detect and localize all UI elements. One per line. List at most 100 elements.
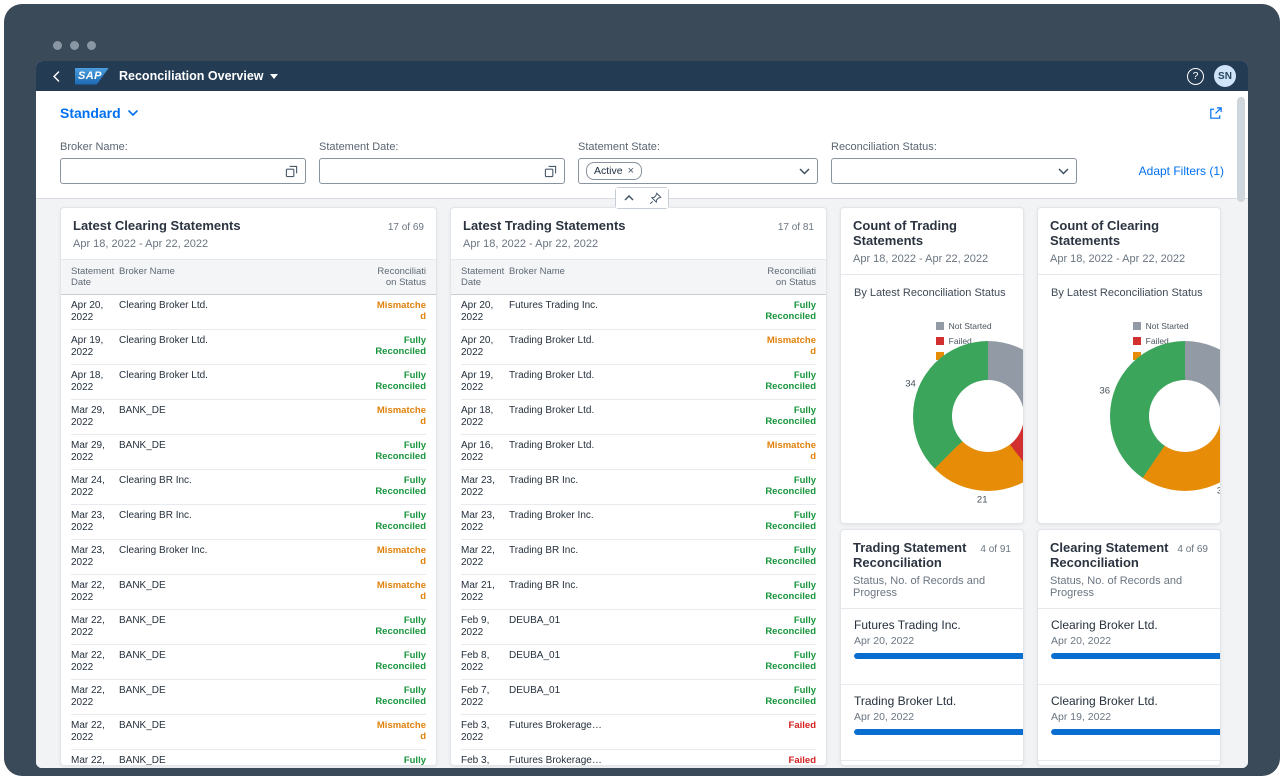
list-item[interactable]: Trading Broker Ltd.Apr 20, 20221687%Mism… (841, 685, 1023, 761)
table-row[interactable]: Mar 22, 2022BANK_DEMismatched (71, 715, 426, 750)
broker-name-cell: BANK_DE (119, 405, 370, 429)
filter-token-active[interactable]: Active × (586, 162, 642, 180)
adapt-filters-link[interactable]: Adapt Filters (1) (1139, 164, 1224, 184)
chevron-down-icon[interactable] (799, 168, 810, 175)
table-row[interactable]: Mar 24, 2022Clearing BR Inc.Fully Reconc… (71, 470, 426, 505)
table-row[interactable]: Apr 19, 2022Trading Broker Ltd.Fully Rec… (461, 365, 816, 400)
table-row[interactable]: Mar 22, 2022BANK_DEFully Reconciled (71, 645, 426, 680)
broker-name-cell: Trading Broker Ltd. (509, 335, 760, 359)
list-item[interactable]: Clearing Broker Ltd.Apr 18, 202212100%Fu… (1038, 761, 1220, 765)
list-item[interactable]: Clearing Broker Ltd.Apr 20, 20226487%Mis… (1038, 609, 1220, 685)
table-row[interactable]: Mar 22, 2022BANK_DEFully Reconciled (71, 680, 426, 715)
filter-label: Reconciliation Status: (831, 141, 1077, 153)
pin-header-button[interactable] (642, 188, 668, 208)
table-row[interactable]: Mar 22, 2022BANK_DEFully Reconciled (71, 610, 426, 645)
value-help-icon[interactable] (544, 165, 557, 178)
share-button[interactable] (1207, 105, 1224, 125)
table-row[interactable]: Feb 9, 2022DEUBA_01Fully Reconciled (461, 610, 816, 645)
collapse-header-button[interactable] (616, 188, 642, 208)
token-remove-icon[interactable]: × (628, 166, 634, 177)
table-row[interactable]: Mar 22, 2022BANK_DEFully Reconciled (71, 750, 426, 765)
statement-date-cell: Mar 24, 2022 (71, 475, 115, 499)
column-header-broker-name[interactable]: Broker Name (509, 266, 760, 289)
avatar[interactable]: SN (1214, 65, 1236, 87)
progress-bar (1051, 653, 1220, 659)
legend-item: Not Started (1133, 321, 1208, 331)
card-subtitle: Apr 18, 2022 - Apr 22, 2022 (853, 253, 1011, 265)
table-row[interactable]: Mar 29, 2022BANK_DEMismatched (71, 400, 426, 435)
chevron-down-icon[interactable] (1058, 168, 1069, 175)
table-row[interactable]: Apr 16, 2022Trading Broker Ltd.Mismatche… (461, 435, 816, 470)
donut-chart-clearing[interactable]: 2123036 (1110, 341, 1221, 491)
table-row[interactable]: Apr 18, 2022Trading Broker Ltd.Fully Rec… (461, 400, 816, 435)
card-clearing-statement-reconciliation: Clearing Statement Reconciliation 4 of 6… (1037, 529, 1221, 766)
vertical-scrollbar[interactable] (1237, 95, 1246, 762)
help-icon[interactable]: ? (1187, 68, 1204, 85)
header-collapse-controls (615, 187, 669, 209)
list-item[interactable]: Clearing Broker Ltd.Apr 19, 202218100%Fu… (1038, 685, 1220, 761)
table-row[interactable]: Mar 22, 2022BANK_DEMismatched (71, 575, 426, 610)
column-header-statement-date[interactable]: Statement Date (461, 266, 505, 289)
table-row[interactable]: Mar 21, 2022Trading BR Inc.Fully Reconci… (461, 575, 816, 610)
card-subtitle: Apr 18, 2022 - Apr 22, 2022 (73, 238, 424, 250)
table-row[interactable]: Mar 22, 2022Trading BR Inc.Fully Reconci… (461, 540, 816, 575)
list-item[interactable]: Futures Trading Inc.Apr 20, 20228100%Ful… (841, 609, 1023, 685)
app-title-menu[interactable]: Reconciliation Overview (119, 69, 278, 83)
table-row[interactable]: Apr 19, 2022Clearing Broker Ltd.Fully Re… (71, 330, 426, 365)
back-button[interactable] (48, 68, 65, 85)
table-row[interactable]: Mar 23, 2022Clearing Broker Inc.Mismatch… (71, 540, 426, 575)
statement-state-select[interactable]: Active × (578, 158, 818, 184)
filter-label: Statement Date: (319, 141, 565, 153)
legend-item: Not Started (936, 321, 1011, 331)
column-header-statement-date[interactable]: Statement Date (71, 266, 115, 289)
list-item[interactable]: Trading Broker Ltd.Apr 19, 20226100%Full… (841, 761, 1023, 765)
reconciliation-status-cell: Fully Reconciled (374, 685, 426, 709)
reconciliation-status-cell: Fully Reconciled (764, 510, 816, 534)
card-header: Latest Trading Statements 17 of 81 Apr 1… (451, 208, 826, 260)
table-row[interactable]: Feb 3, 2022Futures Brokerage…Failed (461, 715, 816, 750)
table-row[interactable]: Mar 29, 2022BANK_DEFully Reconciled (71, 435, 426, 470)
table-row[interactable]: Feb 8, 2022DEUBA_01Fully Reconciled (461, 645, 816, 680)
statement-date-cell: Mar 23, 2022 (71, 545, 115, 569)
statement-date-cell: Mar 22, 2022 (71, 720, 115, 744)
column-header-broker-name[interactable]: Broker Name (119, 266, 370, 289)
statement-date-input[interactable] (319, 158, 565, 184)
progress-bar-fill (1051, 729, 1220, 735)
table-row[interactable]: Apr 20, 2022Trading Broker Ltd.Mismatche… (461, 330, 816, 365)
progress-bar (854, 653, 1023, 659)
card-title: Clearing Statement Reconciliation (1050, 540, 1171, 570)
list-item-meta: Apr 20, 202264 (1051, 635, 1220, 647)
donut-chart-trading[interactable]: 26102134 (913, 341, 1024, 491)
table-row[interactable]: Mar 23, 2022Clearing BR Inc.Fully Reconc… (71, 505, 426, 540)
value-help-icon[interactable] (285, 165, 298, 178)
column-header-reconciliation-status[interactable]: Reconciliation Status (764, 266, 816, 289)
broker-name-cell: Trading Broker Ltd. (509, 440, 760, 464)
reconciliation-status-select[interactable] (831, 158, 1077, 184)
variant-selector[interactable]: Standard (60, 105, 138, 121)
broker-name-cell: Clearing Broker Ltd. (119, 370, 370, 394)
table-row[interactable]: Apr 20, 2022Futures Trading Inc.Fully Re… (461, 295, 816, 330)
broker-name-cell: BANK_DE (119, 720, 370, 744)
trading-reconciliation-list: Futures Trading Inc.Apr 20, 20228100%Ful… (841, 609, 1023, 765)
clearing-reconciliation-list: Clearing Broker Ltd.Apr 20, 20226487%Mis… (1038, 609, 1220, 765)
progress-percent: 87% (854, 738, 1023, 750)
card-subtitle: Status, No. of Records and Progress (853, 575, 1011, 599)
statement-date-cell: Apr 16, 2022 (461, 440, 505, 464)
card-count: 17 of 81 (778, 222, 814, 233)
progress-bar (854, 729, 1023, 735)
table-row[interactable]: Apr 20, 2022Clearing Broker Ltd.Mismatch… (71, 295, 426, 330)
table-row[interactable]: Mar 23, 2022Trading Broker Inc.Fully Rec… (461, 505, 816, 540)
column-header-reconciliation-status[interactable]: Reconciliation Status (374, 266, 426, 289)
table-row[interactable]: Apr 18, 2022Clearing Broker Ltd.Fully Re… (71, 365, 426, 400)
broker-name-cell: BANK_DE (119, 615, 370, 639)
list-item-meta: Apr 20, 202216 (854, 711, 1023, 723)
table-row[interactable]: Mar 23, 2022Trading BR Inc.Fully Reconci… (461, 470, 816, 505)
reconciliation-status-cell: Fully Reconciled (764, 545, 816, 569)
broker-name-input[interactable] (60, 158, 306, 184)
table-row[interactable]: Feb 3, 2022Futures Brokerage…Failed (461, 750, 816, 765)
chart-section-label: By Latest Reconciliation Status (854, 287, 1006, 299)
table-row[interactable]: Feb 7, 2022DEUBA_01Fully Reconciled (461, 680, 816, 715)
reconciliation-status-cell: Fully Reconciled (764, 650, 816, 674)
statement-date-cell: Mar 23, 2022 (71, 510, 115, 534)
scrollbar-thumb[interactable] (1237, 97, 1245, 202)
